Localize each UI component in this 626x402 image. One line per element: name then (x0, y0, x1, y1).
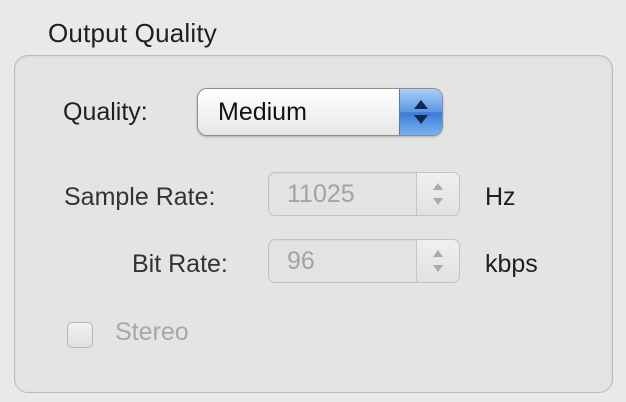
popup-arrows-icon (399, 89, 442, 135)
sample-rate-field[interactable]: 11025 (268, 172, 460, 216)
group-title: Output Quality (48, 18, 217, 48)
stereo-checkbox[interactable] (67, 322, 93, 348)
sample-rate-stepper-icon[interactable] (416, 173, 459, 215)
bit-rate-stepper-icon[interactable] (416, 240, 459, 282)
bit-rate-field[interactable]: 96 (268, 239, 460, 283)
sample-rate-unit: Hz (485, 183, 516, 211)
quality-label: Quality: (63, 98, 148, 126)
quality-value: Medium (218, 98, 307, 126)
bit-rate-label: Bit Rate: (132, 250, 228, 278)
bit-rate-unit: kbps (485, 250, 538, 278)
sample-rate-value: 11025 (287, 180, 355, 208)
sample-rate-label: Sample Rate: (64, 183, 216, 211)
output-quality-panel: Output Quality Quality: Medium Sample Ra… (0, 0, 626, 402)
stereo-label: Stereo (115, 318, 189, 346)
quality-popup[interactable]: Medium (197, 88, 443, 136)
bit-rate-value: 96 (287, 247, 315, 275)
